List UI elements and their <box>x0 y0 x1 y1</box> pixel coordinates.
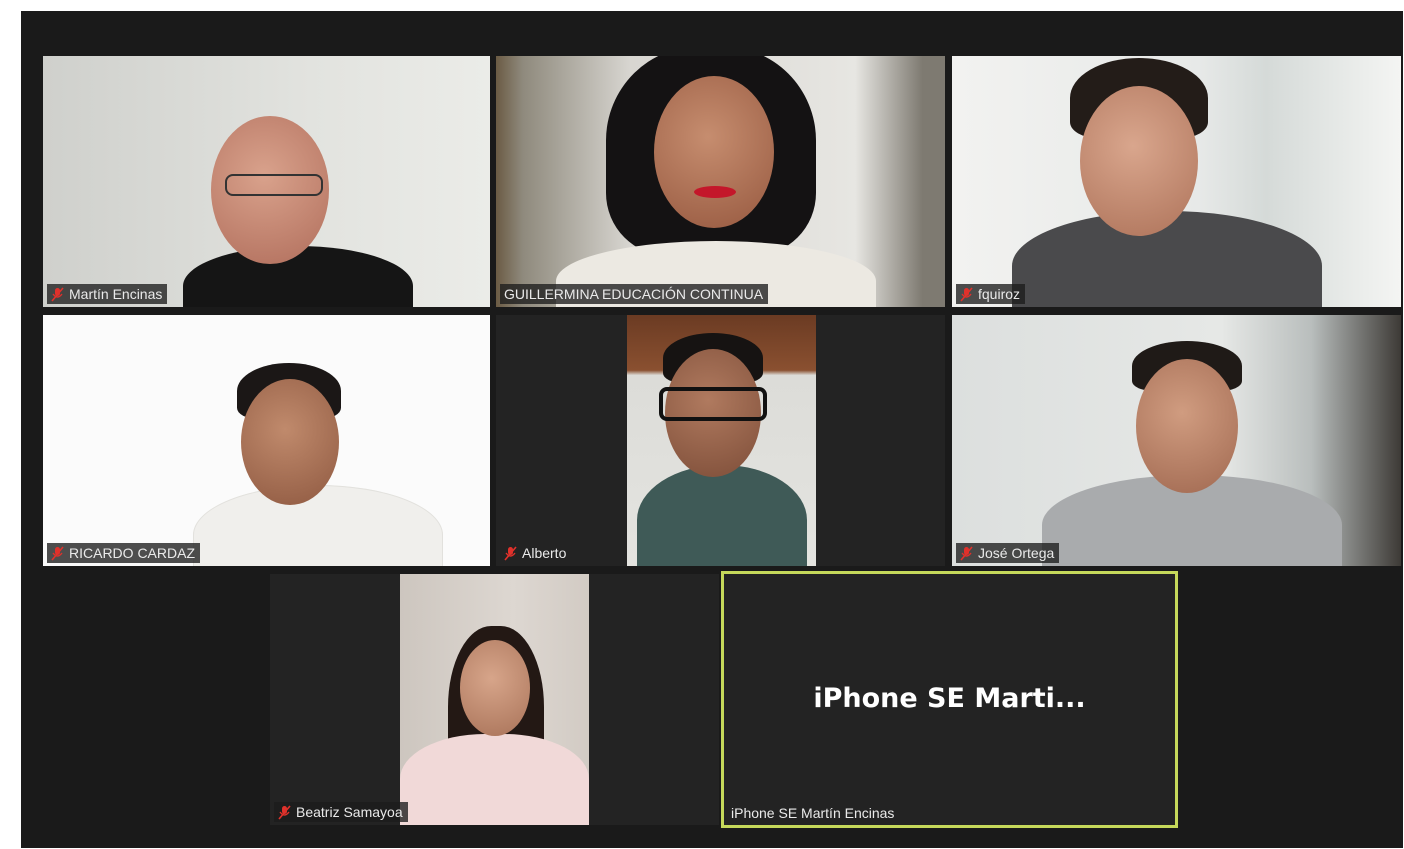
participant-name: fquiroz <box>978 286 1021 302</box>
gallery-view: Martín Encinas GUILLERMINA EDUCACIÓN CON… <box>21 11 1403 848</box>
person-face <box>1080 86 1198 236</box>
participant-name-label: GUILLERMINA EDUCACIÓN CONTINUA <box>500 284 769 304</box>
active-speaker-tile[interactable]: iPhone SE Marti... iPhone SE Martín Enci… <box>721 571 1178 828</box>
participant-video <box>952 56 1401 307</box>
muted-mic-icon <box>960 545 973 561</box>
video-off-name: iPhone SE Marti... <box>813 683 1086 714</box>
person-face <box>654 76 774 228</box>
person-silhouette <box>183 246 413 307</box>
muted-mic-icon <box>51 545 64 561</box>
person-face <box>241 379 339 505</box>
participant-video <box>400 574 589 825</box>
participant-tile[interactable]: Beatriz Samayoa <box>270 574 719 825</box>
participant-name-label: fquiroz <box>956 284 1026 304</box>
participant-tile[interactable]: Alberto <box>496 315 945 566</box>
participant-name: Alberto <box>522 545 567 561</box>
participant-name-label: José Ortega <box>956 543 1060 563</box>
participant-video <box>43 56 490 307</box>
participant-video <box>952 315 1401 566</box>
person-face <box>460 640 530 736</box>
participant-tile[interactable]: José Ortega <box>952 315 1401 566</box>
muted-mic-icon <box>504 545 517 561</box>
participant-name: Martín Encinas <box>69 286 163 302</box>
participant-video <box>496 56 945 307</box>
glasses <box>659 387 767 421</box>
participant-name: iPhone SE Martín Encinas <box>731 805 895 821</box>
participant-tile[interactable]: fquiroz <box>952 56 1401 307</box>
participant-video <box>627 315 816 566</box>
participant-name: GUILLERMINA EDUCACIÓN CONTINUA <box>504 286 764 302</box>
participant-name-label: Alberto <box>500 543 571 563</box>
person-silhouette <box>193 485 443 566</box>
participant-tile[interactable]: RICARDO CARDAZ <box>43 315 490 566</box>
participant-name-label: RICARDO CARDAZ <box>47 543 201 563</box>
participant-name-label: iPhone SE Martín Encinas <box>727 803 899 823</box>
participant-name: Beatriz Samayoa <box>296 804 403 820</box>
participant-name-label: Beatriz Samayoa <box>274 802 408 822</box>
person-face <box>1136 359 1238 493</box>
muted-mic-icon <box>960 286 973 302</box>
participant-name: RICARDO CARDAZ <box>69 545 196 561</box>
person-silhouette <box>637 465 807 566</box>
participant-tile[interactable]: GUILLERMINA EDUCACIÓN CONTINUA <box>496 56 945 307</box>
participant-tile[interactable]: Martín Encinas <box>43 56 490 307</box>
muted-mic-icon <box>278 804 291 820</box>
muted-mic-icon <box>51 286 64 302</box>
participant-video <box>43 315 490 566</box>
participant-name: José Ortega <box>978 545 1055 561</box>
participant-name-label: Martín Encinas <box>47 284 168 304</box>
lips <box>694 186 736 198</box>
person-silhouette <box>400 734 589 825</box>
glasses <box>225 174 323 196</box>
